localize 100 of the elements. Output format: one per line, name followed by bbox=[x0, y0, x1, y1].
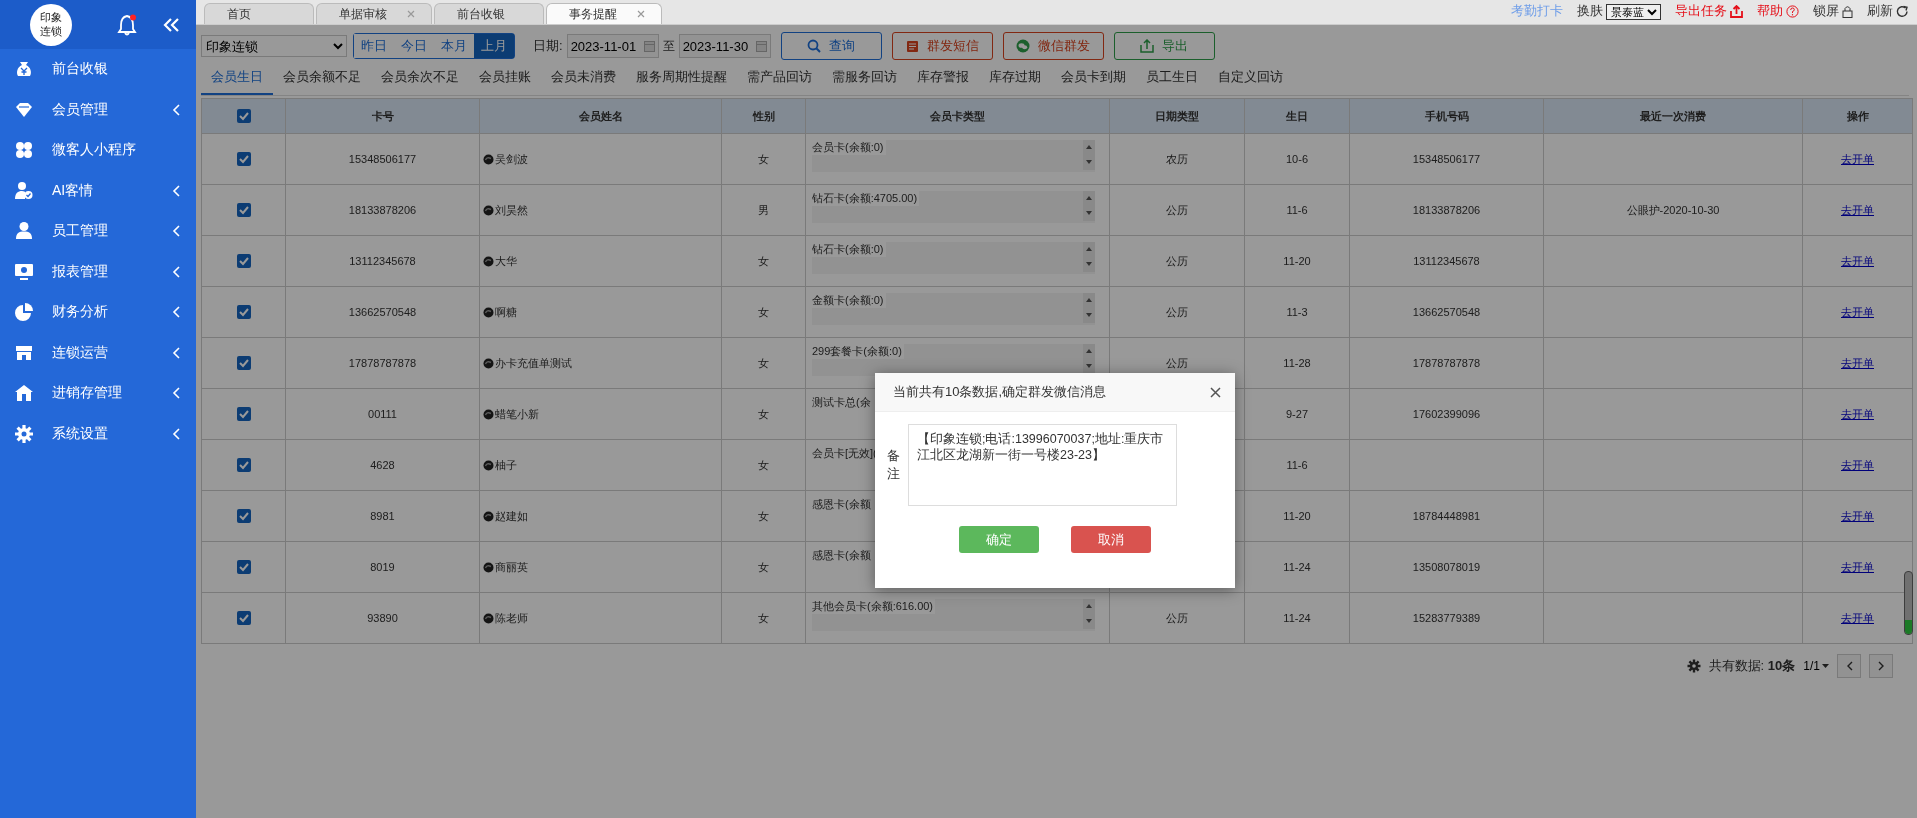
chevron-icon bbox=[172, 265, 180, 278]
category-tab[interactable]: 库存过期 bbox=[979, 61, 1051, 95]
category-tab[interactable]: 自定义回访 bbox=[1208, 61, 1293, 95]
sidebar-item[interactable]: 连锁运营 bbox=[0, 332, 196, 373]
period-button[interactable]: 上月 bbox=[474, 34, 514, 58]
open-order-link[interactable]: 去开单 bbox=[1841, 152, 1874, 165]
help-button[interactable]: 帮助 bbox=[1757, 3, 1799, 20]
wechat-button[interactable]: 微信群发 bbox=[1002, 32, 1104, 60]
open-order-link[interactable]: 去开单 bbox=[1841, 305, 1874, 318]
refresh-button[interactable]: 刷新 bbox=[1867, 3, 1909, 20]
checkbox[interactable] bbox=[236, 305, 251, 319]
table-cell: 8019 bbox=[285, 541, 480, 593]
table-cell: 女 bbox=[721, 286, 806, 338]
next-page-button[interactable] bbox=[1869, 654, 1893, 678]
close-button[interactable] bbox=[1210, 386, 1221, 398]
open-order-link[interactable]: 去开单 bbox=[1841, 407, 1874, 420]
checkbox[interactable] bbox=[236, 560, 251, 574]
column-header: 会员卡类型 bbox=[805, 98, 1110, 134]
open-order-link[interactable]: 去开单 bbox=[1841, 611, 1874, 624]
tab[interactable]: 单据审核 bbox=[316, 3, 432, 24]
skin-select[interactable]: 景泰蓝 bbox=[1606, 3, 1661, 20]
sidebar-item[interactable]: 微客人小程序 bbox=[0, 130, 196, 171]
export-icon bbox=[1140, 39, 1155, 53]
page-select[interactable]: 1/1 bbox=[1803, 659, 1829, 673]
date-field[interactable]: 2023-11-01 bbox=[566, 34, 659, 58]
checkbox[interactable] bbox=[236, 509, 251, 523]
chevron-icon bbox=[172, 103, 180, 116]
checkbox[interactable] bbox=[236, 407, 251, 421]
sms-button[interactable]: 群发短信 bbox=[891, 32, 993, 60]
date-field[interactable]: 2023-11-30 bbox=[678, 34, 771, 58]
column-header: 手机号码 bbox=[1349, 98, 1544, 134]
settings-icon[interactable] bbox=[1686, 659, 1701, 673]
store-select[interactable]: 印象连锁 bbox=[201, 35, 347, 57]
bell-icon[interactable] bbox=[116, 13, 138, 36]
table-cell: 办卡充值单测试 bbox=[495, 355, 572, 371]
category-tab[interactable]: 会员余额不足 bbox=[273, 61, 371, 95]
swirl-icon bbox=[483, 357, 494, 369]
category-tab[interactable]: 需服务回访 bbox=[822, 61, 907, 95]
tab[interactable]: 首页 bbox=[204, 3, 314, 24]
table-cell: 蜡笔小新 bbox=[495, 406, 539, 422]
table-cell: 公历 bbox=[1109, 286, 1245, 338]
open-order-link[interactable]: 去开单 bbox=[1841, 356, 1874, 369]
checkbox[interactable] bbox=[236, 611, 251, 625]
checkbox[interactable] bbox=[236, 458, 251, 472]
chevron-icon bbox=[172, 225, 180, 238]
table-cell: 公历 bbox=[1109, 592, 1245, 644]
close-icon[interactable] bbox=[637, 10, 645, 18]
collapse-icon[interactable] bbox=[162, 16, 180, 33]
sidebar-item[interactable]: 报表管理 bbox=[0, 251, 196, 292]
tab[interactable]: 事务提醒 bbox=[546, 3, 662, 24]
lock-screen-button[interactable]: 锁屏 bbox=[1813, 3, 1853, 20]
category-tab[interactable]: 员工生日 bbox=[1136, 61, 1208, 95]
category-tab[interactable]: 库存警报 bbox=[907, 61, 979, 95]
table-cell: 17602399096 bbox=[1349, 388, 1544, 440]
previous-page-button[interactable] bbox=[1837, 654, 1861, 678]
category-tab[interactable]: 会员卡到期 bbox=[1051, 61, 1136, 95]
table-cell: 00111 bbox=[285, 388, 480, 440]
checkbox[interactable] bbox=[236, 152, 251, 166]
swirl-icon bbox=[483, 255, 494, 267]
scroll-arrows-icon[interactable] bbox=[1083, 344, 1095, 374]
sidebar-item[interactable]: 进销存管理 bbox=[0, 373, 196, 414]
message-icon bbox=[905, 39, 919, 53]
sidebar-item[interactable]: 系统设置 bbox=[0, 413, 196, 454]
scroll-bar[interactable] bbox=[1904, 571, 1913, 635]
sidebar-item[interactable]: 前台收银 bbox=[0, 49, 196, 90]
open-order-link[interactable]: 去开单 bbox=[1841, 509, 1874, 522]
cancel-button[interactable]: 取消 bbox=[1071, 526, 1151, 553]
export-tasks-button[interactable]: 导出任务 bbox=[1675, 3, 1743, 20]
calendar-icon bbox=[643, 41, 655, 52]
open-order-link[interactable]: 去开单 bbox=[1841, 203, 1874, 216]
category-tab[interactable]: 会员挂账 bbox=[469, 61, 541, 95]
upload-icon bbox=[1730, 5, 1743, 18]
category-tab[interactable]: 会员余次不足 bbox=[371, 61, 469, 95]
checkbox[interactable] bbox=[236, 356, 251, 370]
table-cell: 13112345678 bbox=[1349, 235, 1544, 287]
checkbox[interactable] bbox=[236, 109, 251, 123]
tab[interactable]: 前台收银 bbox=[434, 3, 544, 24]
table-cell: 15348506177 bbox=[285, 133, 480, 185]
table-cell: 女 bbox=[721, 592, 806, 644]
checkbox[interactable] bbox=[236, 203, 251, 217]
table-cell: 公眼护-2020-10-30 bbox=[1543, 184, 1803, 236]
category-tab[interactable]: 会员未消费 bbox=[541, 61, 626, 95]
sidebar-item[interactable]: AI客情 bbox=[0, 170, 196, 211]
open-order-link[interactable]: 去开单 bbox=[1841, 560, 1874, 573]
open-order-link[interactable]: 去开单 bbox=[1841, 254, 1874, 267]
table-cell: 金额卡(余额:0) bbox=[812, 293, 886, 308]
chevron-icon bbox=[172, 387, 180, 400]
search-button[interactable]: 查询 bbox=[780, 32, 882, 60]
category-tab[interactable]: 需产品回访 bbox=[737, 61, 822, 95]
category-tab[interactable]: 会员生日 bbox=[201, 61, 273, 95]
sidebar-item[interactable]: 员工管理 bbox=[0, 211, 196, 252]
open-order-link[interactable]: 去开单 bbox=[1841, 458, 1874, 471]
checkbox[interactable] bbox=[236, 254, 251, 268]
sidebar-item[interactable]: 财务分析 bbox=[0, 292, 196, 333]
sidebar-item[interactable]: 会员管理 bbox=[0, 89, 196, 130]
pie-chart-icon bbox=[14, 302, 34, 323]
table-cell: 10-6 bbox=[1244, 133, 1350, 185]
category-tab[interactable]: 服务周期性提醒 bbox=[626, 61, 737, 95]
note-field[interactable]: 【印象连锁;电话:13996070037;地址:重庆市江北区龙湖新一街一号楼23-23】 bbox=[908, 424, 1177, 506]
table-cell: 13112345678 bbox=[285, 235, 480, 287]
